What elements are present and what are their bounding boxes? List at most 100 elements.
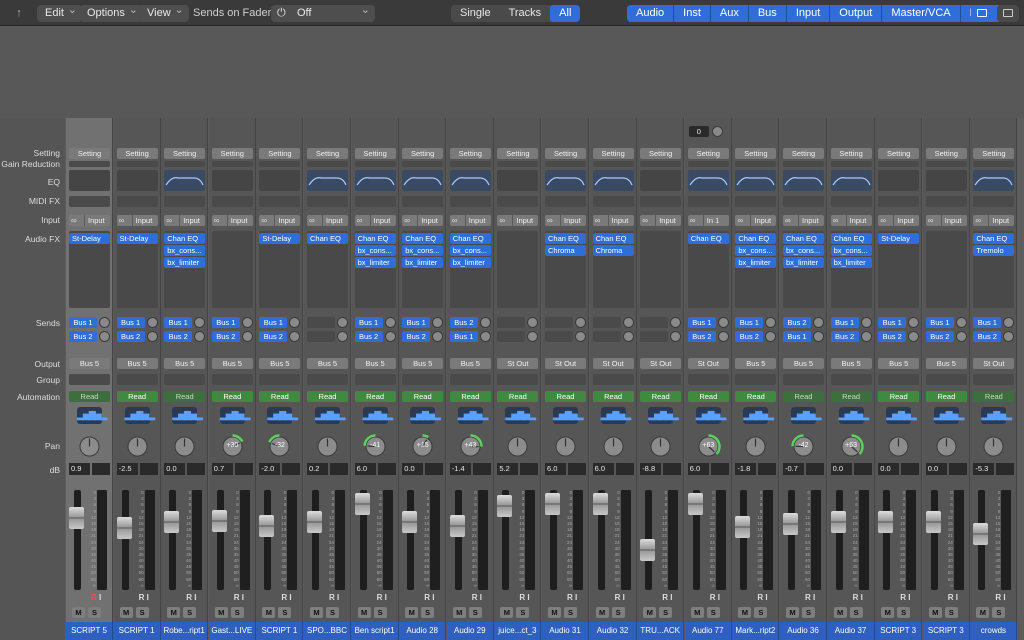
mute-button[interactable]: M (214, 607, 228, 618)
audio-fx-plugin[interactable]: Chan EQ (830, 233, 872, 244)
record-enable-button[interactable]: R (662, 593, 668, 602)
send-level-knob[interactable] (527, 331, 539, 342)
volume-db-value[interactable]: -1.4 (449, 463, 471, 475)
waveform-icon[interactable]: ▂▅▇▅▂ (267, 407, 298, 424)
midi-fx-slot[interactable] (545, 196, 586, 207)
send-level-knob[interactable] (479, 331, 491, 342)
audio-fx-plugin[interactable]: St-Delay (259, 233, 301, 244)
volume-fader[interactable] (164, 511, 180, 533)
pan-knob[interactable] (77, 434, 102, 459)
mute-button[interactable]: M (452, 607, 466, 618)
send-level-knob[interactable] (146, 331, 158, 342)
pan-knob[interactable]: -42 (791, 434, 816, 459)
waveform-icon[interactable]: ▂▅▇▅▂ (695, 407, 726, 424)
filter-input-button[interactable]: Input (786, 5, 830, 22)
send-level-knob[interactable] (908, 331, 920, 342)
send-slot-empty[interactable] (545, 331, 573, 342)
solo-button[interactable]: S (802, 607, 815, 618)
volume-db-value[interactable]: 0.0 (878, 463, 900, 475)
record-enable-button[interactable]: R (519, 593, 525, 602)
filter-aux-button[interactable]: Aux (710, 5, 748, 22)
audio-fx-plugin[interactable]: Chroma (545, 245, 586, 256)
setting-button[interactable]: Setting (545, 148, 586, 159)
channel-name[interactable]: SCRIPT 1 (113, 622, 161, 640)
waveform-icon[interactable]: ▂▅▇▅▂ (219, 407, 250, 424)
midi-fx-slot[interactable] (354, 196, 396, 207)
send-level-knob[interactable] (670, 331, 682, 342)
send-level-knob[interactable] (575, 317, 586, 328)
automation-mode-button[interactable]: Read (545, 391, 586, 402)
record-enable-button[interactable]: R (234, 593, 240, 602)
output-slot[interactable]: Bus 5 (164, 358, 206, 369)
volume-fader[interactable] (783, 513, 798, 535)
input-monitor-button[interactable]: I (718, 593, 720, 602)
audio-fx-plugin[interactable]: bx_limiter (735, 257, 777, 268)
solo-button[interactable]: S (278, 607, 292, 618)
audio-fx-plugin[interactable]: bx_limiter (830, 257, 872, 268)
record-enable-button[interactable]: R (948, 593, 954, 602)
setting-button[interactable]: Setting (116, 148, 158, 159)
record-enable-button[interactable]: R (567, 593, 573, 602)
channel-name[interactable]: SCRIPT 3 (922, 622, 970, 640)
mute-button[interactable]: M (167, 607, 181, 618)
audio-fx-plugin[interactable]: bx_limiter (783, 257, 824, 268)
mute-button[interactable]: M (500, 607, 514, 618)
volume-fader[interactable] (116, 517, 132, 539)
solo-button[interactable]: S (516, 607, 530, 618)
group-slot[interactable] (307, 374, 348, 385)
pan-knob[interactable]: +43 (458, 434, 483, 459)
group-slot[interactable] (259, 374, 301, 385)
send-slot[interactable]: Bus 1 (783, 331, 811, 342)
send-level-knob[interactable] (99, 331, 110, 342)
send-level-knob[interactable] (99, 317, 110, 328)
pan-knob[interactable] (505, 434, 530, 459)
send-level-knob[interactable] (479, 317, 491, 328)
volume-fader[interactable] (973, 523, 989, 545)
send-slot[interactable]: Bus 2 (735, 331, 764, 342)
record-enable-button[interactable]: R (186, 593, 192, 602)
send-slot[interactable]: Bus 2 (354, 331, 383, 342)
view-menu[interactable]: View (139, 2, 189, 22)
setting-button[interactable]: Setting (973, 148, 1015, 159)
midi-fx-slot[interactable] (307, 196, 348, 207)
send-slot[interactable]: Bus 2 (164, 331, 193, 342)
solo-button[interactable]: S (706, 607, 720, 618)
pan-knob[interactable]: +63 (696, 434, 721, 459)
input-slot[interactable]: ∞ Input (211, 215, 253, 226)
send-slot[interactable]: Bus 2 (878, 331, 907, 342)
output-slot[interactable]: Bus 5 (116, 358, 158, 369)
channel-name[interactable]: SCRIPT 5 (66, 622, 113, 640)
group-slot[interactable] (449, 374, 491, 385)
audio-fx-plugin[interactable]: bx_cons... (830, 245, 872, 256)
waveform-icon[interactable]: ▂▅▇▅▂ (410, 407, 441, 424)
solo-button[interactable]: S (611, 607, 625, 618)
waveform-icon[interactable]: ▂▅▇▅▂ (172, 407, 203, 424)
send-level-knob[interactable] (432, 331, 444, 342)
midi-fx-slot[interactable] (164, 196, 206, 207)
record-enable-button[interactable]: R (91, 593, 97, 602)
volume-fader[interactable] (687, 493, 703, 515)
pan-knob[interactable]: -41 (362, 434, 388, 459)
send-slot[interactable]: Bus 2 (830, 331, 859, 342)
back-arrow-icon[interactable]: ↑ (8, 5, 30, 22)
input-monitor-button[interactable]: I (908, 593, 910, 602)
input-slot[interactable]: ∞ Input (497, 215, 539, 226)
eq-thumbnail[interactable] (973, 170, 1015, 191)
group-slot[interactable] (687, 374, 729, 385)
volume-db-value[interactable]: 0.9 (69, 463, 90, 475)
send-level-knob[interactable] (908, 317, 920, 328)
input-monitor-button[interactable]: I (861, 593, 863, 602)
filter-inst-button[interactable]: Inst (674, 5, 710, 22)
waveform-icon[interactable]: ▂▅▇▅▂ (315, 407, 346, 424)
midi-fx-slot[interactable] (640, 196, 682, 207)
send-slot-empty[interactable] (592, 317, 621, 328)
channel-name[interactable]: crowds (970, 622, 1018, 640)
midi-fx-slot[interactable] (687, 196, 729, 207)
record-enable-button[interactable]: R (900, 593, 906, 602)
eq-thumbnail[interactable] (497, 170, 539, 191)
filter-bus-button[interactable]: Bus (748, 5, 786, 22)
automation-mode-button[interactable]: Read (211, 391, 253, 402)
eq-thumbnail[interactable] (830, 170, 872, 191)
pan-knob[interactable]: +30 (220, 434, 245, 459)
audio-fx-plugin[interactable]: St-Delay (878, 233, 920, 244)
